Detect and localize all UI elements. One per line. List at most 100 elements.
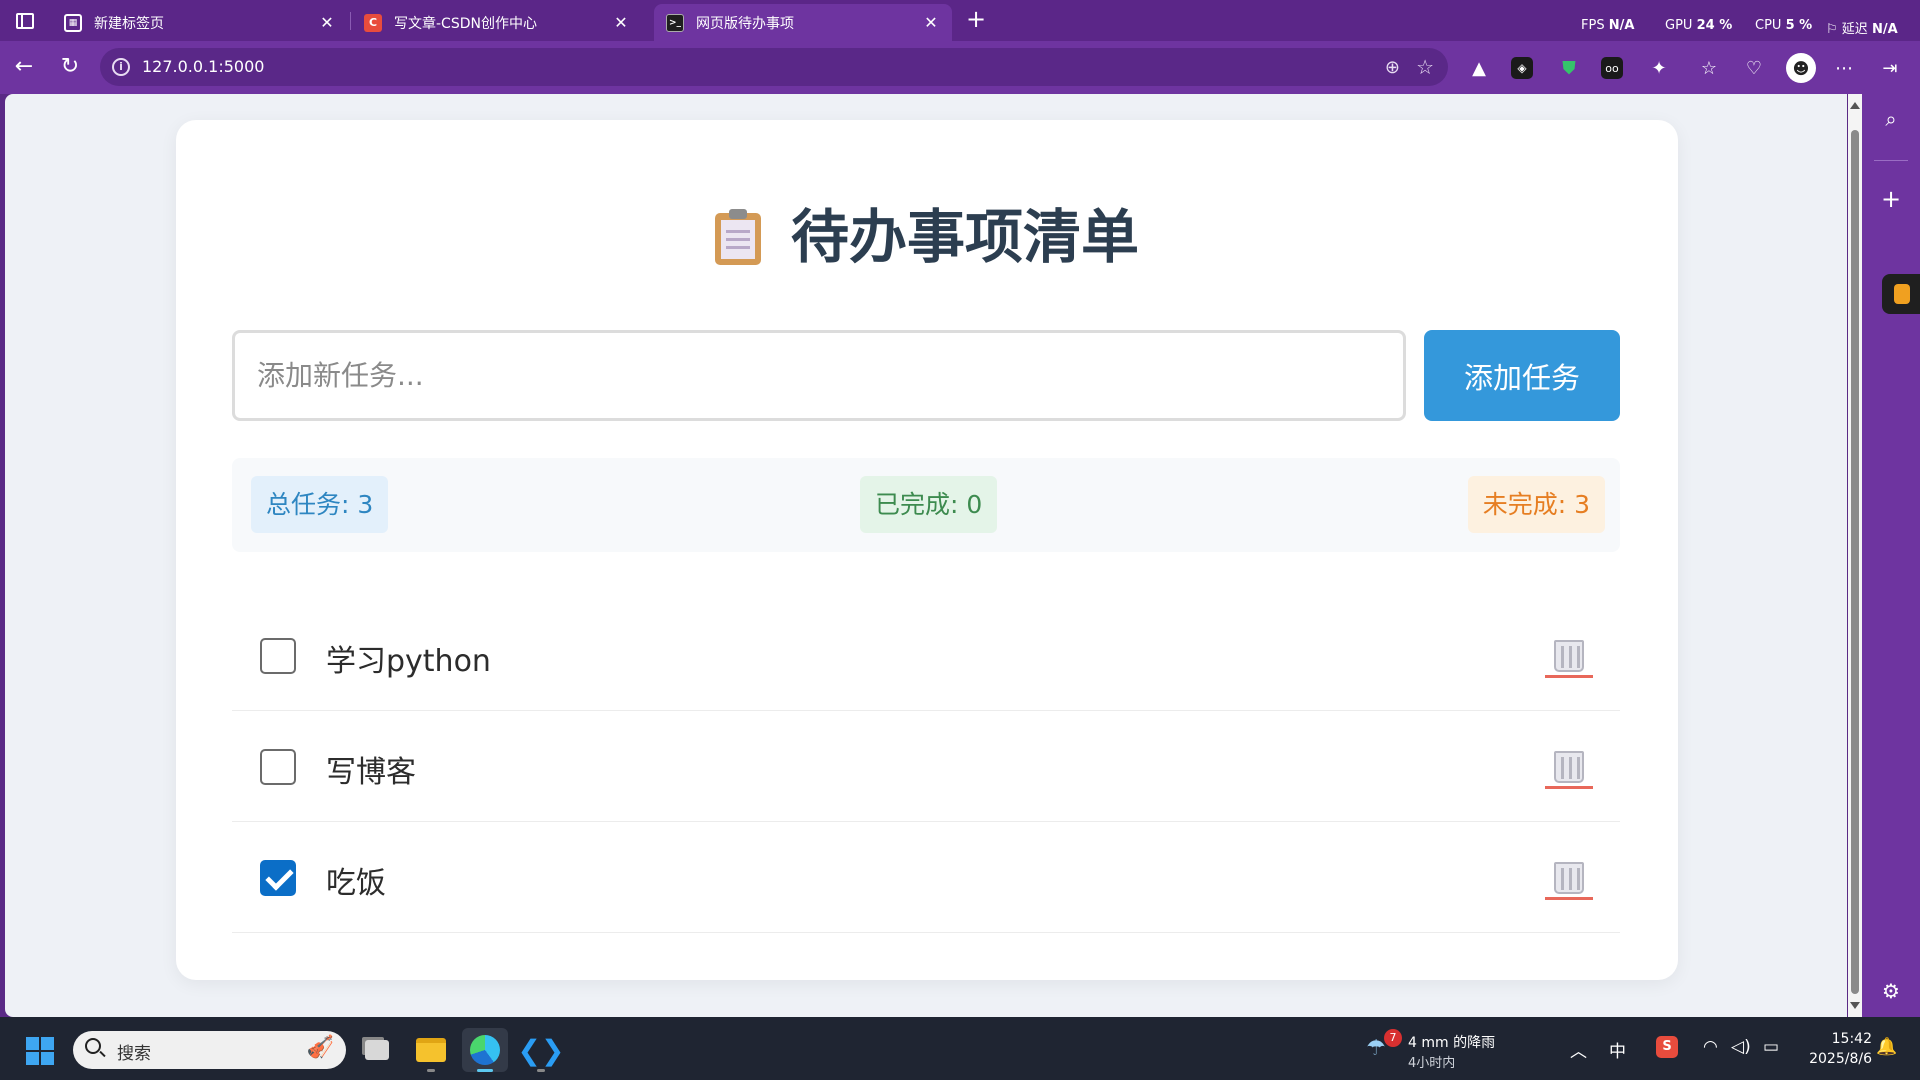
close-icon[interactable]: ✕	[922, 13, 940, 32]
stats-bar: 总任务: 3 已完成: 0 未完成: 3	[232, 458, 1620, 552]
sidebar-divider	[1874, 160, 1908, 161]
scroll-down-icon[interactable]	[1850, 1002, 1860, 1009]
more-menu-icon[interactable]: ⋯	[1831, 55, 1857, 81]
windows-taskbar: 搜索 🎻 ❮❯ ☂ 7 4 mm 的降雨 4小时内 ︿ 中 S ◠ ◁) ▭ 1…	[0, 1017, 1920, 1080]
zoom-icon[interactable]: ⊕	[1385, 57, 1400, 78]
todo-checkbox[interactable]	[260, 749, 296, 785]
flag-icon: ⚐	[1826, 22, 1838, 37]
new-task-input[interactable]	[232, 330, 1406, 421]
tab-csdn[interactable]: C 写文章-CSDN创作中心 ✕	[352, 4, 642, 41]
search-icon	[85, 1038, 101, 1054]
sidebar-app-icon[interactable]	[1882, 274, 1920, 314]
extension-cube-icon[interactable]: ◈	[1511, 57, 1533, 79]
battery-icon[interactable]: ▭	[1763, 1037, 1779, 1057]
close-icon[interactable]: ✕	[318, 13, 336, 32]
sogou-input-icon[interactable]: S	[1656, 1036, 1678, 1058]
terminal-favicon-icon: >_	[666, 13, 684, 32]
extensions-puzzle-icon[interactable]: ✦	[1646, 55, 1672, 81]
todo-checkbox[interactable]	[260, 860, 296, 896]
delete-trash-icon[interactable]	[1545, 638, 1593, 678]
search-highlight-icon: 🎻	[306, 1035, 334, 1060]
edge-browser-app[interactable]	[462, 1028, 508, 1072]
tab-new-tab[interactable]: ▦ 新建标签页 ✕	[52, 4, 348, 41]
task-view-app[interactable]	[354, 1028, 400, 1072]
file-explorer-app[interactable]	[408, 1028, 454, 1072]
completed-tasks-badge: 已完成: 0	[860, 476, 998, 533]
url-text[interactable]: 127.0.0.1:5000	[142, 57, 264, 76]
delete-trash-icon[interactable]	[1545, 860, 1593, 900]
search-icon[interactable]: ⌕	[1878, 106, 1904, 132]
tab-label: 网页版待办事项	[696, 15, 794, 32]
vscode-icon: ❮❯	[517, 1033, 565, 1067]
edge-icon	[470, 1035, 500, 1065]
tab-actions-icon[interactable]	[10, 8, 38, 32]
page-title: 待办事项清单	[790, 203, 1139, 271]
page-scrollbar[interactable]	[1848, 94, 1862, 1017]
extension-glasses-icon[interactable]: oo	[1601, 57, 1623, 79]
gpu-readout: GPU 24 %	[1665, 18, 1732, 33]
todo-list: 学习python 写博客 吃饭	[232, 600, 1620, 933]
taskbar-search[interactable]: 搜索 🎻	[73, 1031, 346, 1069]
back-button[interactable]: ←	[10, 53, 38, 81]
favorites-icon[interactable]: ☆	[1696, 55, 1722, 81]
latency-readout: ⚐ 延迟 N/A	[1826, 18, 1898, 37]
weather-badge: 7	[1384, 1029, 1402, 1047]
page-viewport: 待办事项清单 添加任务 总任务: 3 已完成: 0 未完成: 3 学习pytho…	[5, 94, 1847, 1017]
todo-text: 吃饭	[326, 866, 386, 901]
fps-readout: FPS N/A	[1581, 18, 1634, 33]
system-clock[interactable]: 15:42 2025/8/6	[1796, 1029, 1872, 1069]
page-heading: 待办事项清单	[176, 190, 1678, 274]
reload-button[interactable]: ↻	[56, 53, 84, 81]
latency-label: 延迟	[1841, 22, 1868, 37]
gpu-value: 24 %	[1696, 18, 1733, 33]
clock-date: 2025/8/6	[1809, 1051, 1872, 1067]
vscode-app[interactable]: ❮❯	[518, 1028, 564, 1072]
health-heart-icon[interactable]: ♡	[1741, 55, 1767, 81]
cpu-label: CPU	[1755, 18, 1782, 33]
cpu-value: 5 %	[1785, 18, 1813, 33]
favorite-star-icon[interactable]: ☆	[1416, 55, 1434, 79]
todo-item: 吃饭	[232, 822, 1620, 933]
navigation-bar: ← ↻ i 127.0.0.1:5000 ⊕ ☆ ▲ ◈ ⛊ oo ✦ ☆ ♡ …	[0, 41, 1920, 94]
add-task-button[interactable]: 添加任务	[1424, 330, 1620, 421]
todo-item: 写博客	[232, 711, 1620, 822]
profile-avatar[interactable]: ☻	[1786, 53, 1816, 83]
todo-card: 待办事项清单 添加任务 总任务: 3 已完成: 0 未完成: 3 学习pytho…	[176, 120, 1678, 980]
scroll-thumb[interactable]	[1851, 130, 1859, 994]
fps-label: FPS	[1581, 18, 1605, 33]
add-icon[interactable]: +	[1878, 186, 1904, 212]
weather-line1: 4 mm 的降雨	[1408, 1035, 1496, 1051]
tab-bar: ▦ 新建标签页 ✕ C 写文章-CSDN创作中心 ✕ >_ 网页版待办事项 ✕ …	[0, 0, 1920, 41]
notification-bell-icon[interactable]: 🔔	[1876, 1037, 1897, 1057]
scroll-up-icon[interactable]	[1850, 102, 1860, 109]
extension-triangle-icon[interactable]: ▲	[1466, 55, 1492, 81]
weather-line2: 4小时内	[1408, 1056, 1456, 1071]
volume-icon[interactable]: ◁)	[1731, 1037, 1751, 1057]
chevron-up-icon[interactable]: ︿	[1570, 1037, 1587, 1062]
cpu-readout: CPU 5 %	[1755, 18, 1812, 33]
tab-label: 写文章-CSDN创作中心	[394, 15, 537, 32]
clipboard-icon	[714, 209, 761, 265]
delete-trash-icon[interactable]	[1545, 749, 1593, 789]
close-icon[interactable]: ✕	[612, 13, 630, 32]
new-tab-button[interactable]: +	[962, 6, 990, 34]
clock-time: 15:42	[1831, 1031, 1872, 1047]
settings-gear-icon[interactable]: ⚙	[1878, 978, 1904, 1004]
todo-checkbox[interactable]	[260, 638, 296, 674]
address-bar[interactable]: i 127.0.0.1:5000 ⊕ ☆	[100, 48, 1448, 86]
shield-extension-icon[interactable]: ⛊	[1556, 55, 1582, 81]
wifi-icon[interactable]: ◠	[1703, 1037, 1718, 1057]
total-tasks-badge: 总任务: 3	[251, 476, 389, 533]
latency-value: N/A	[1871, 22, 1898, 37]
folder-icon	[416, 1038, 446, 1062]
site-info-icon[interactable]: i	[112, 58, 130, 76]
pending-tasks-badge: 未完成: 3	[1467, 476, 1605, 533]
ime-indicator[interactable]: 中	[1609, 1037, 1626, 1062]
search-label: 搜索	[117, 1044, 151, 1064]
tab-todo[interactable]: >_ 网页版待办事项 ✕	[654, 4, 952, 41]
gpu-label: GPU	[1665, 18, 1693, 33]
new-tab-favicon-icon: ▦	[64, 13, 82, 32]
windows-start-icon[interactable]	[26, 1037, 54, 1065]
todo-text: 写博客	[326, 755, 416, 790]
sidebar-toggle-icon[interactable]: ⇥	[1877, 55, 1903, 81]
